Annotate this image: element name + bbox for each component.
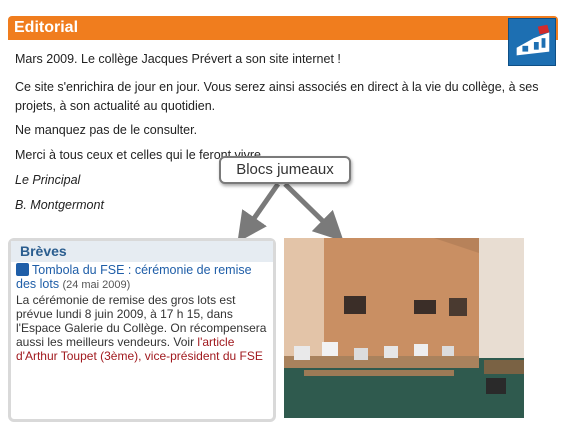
school-logo[interactable] [508,18,556,66]
breves-entry-link[interactable]: Tombola du FSE : cérémonie de remise des… [16,263,252,291]
signature-name: B. Montgermont [15,198,104,212]
classroom-photo[interactable] [284,238,524,418]
breves-title: Brèves [20,243,67,259]
news-item-icon [16,263,29,276]
breves-entry-body: La cérémonie de remise des gros lots est… [16,293,270,363]
editorial-paragraph-2b: projets, à son actualité au quotidien. [15,99,216,113]
classroom-photo-image [284,238,524,418]
editorial-header: Editorial [8,16,558,40]
breves-entry-date: (24 mai 2009) [62,279,131,291]
editorial-title: Editorial [14,19,79,36]
callout-label: Blocs jumeaux [236,161,334,178]
arrow-left [237,182,281,243]
editorial-paragraph-3: Ne manquez pas de le consulter. [15,123,198,137]
arrow-right [283,182,344,242]
breves-block: Brèves Tombola du FSE : cérémonie de rem… [8,238,276,422]
callout-label-box: Blocs jumeaux [219,156,351,184]
school-logo-icon [509,19,555,65]
signature-role: Le Principal [15,173,81,187]
editorial-paragraph-1: Mars 2009. Le collège Jacques Prévert a … [15,52,341,66]
editorial-paragraph-2a: Ce site s'enrichira de jour en jour. Vou… [15,80,539,94]
breves-entry: Tombola du FSE : cérémonie de remise des… [16,263,270,363]
